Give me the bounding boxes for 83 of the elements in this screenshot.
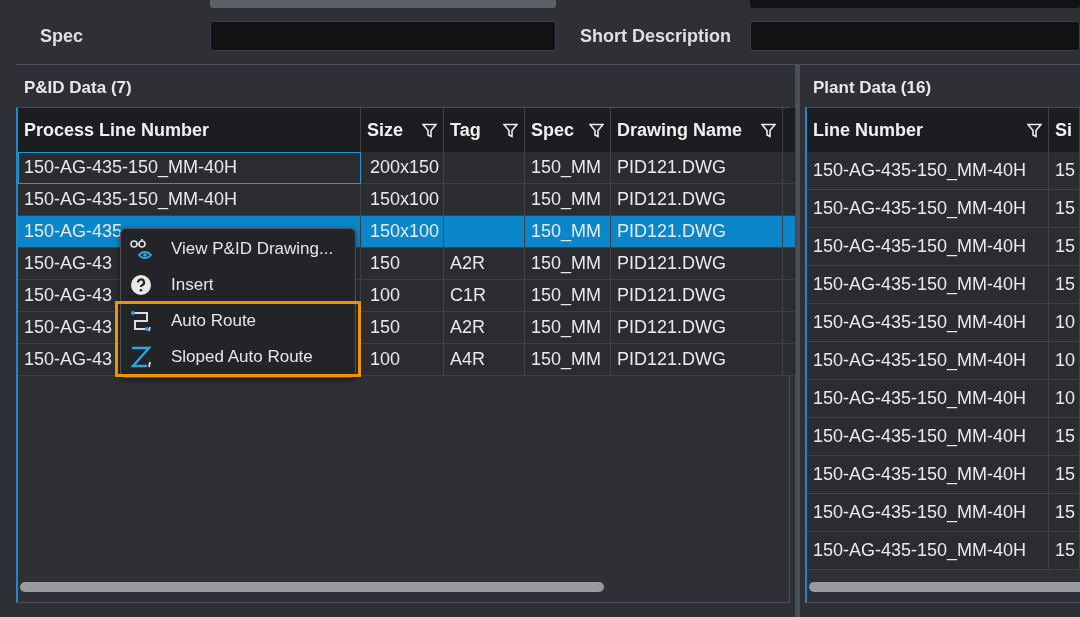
spec-field[interactable] <box>210 21 556 51</box>
table-cell <box>783 184 796 216</box>
table-cell: 150-AG-435-150_MM-40H <box>807 418 1049 456</box>
table-cell: 15 <box>1049 266 1080 304</box>
column-header[interactable]: Spec <box>525 108 611 152</box>
table-cell: 150-AG-435-150_MM-40H <box>18 184 361 216</box>
table-cell: PID121.DWG <box>611 280 783 312</box>
table-cell: PID121.DWG <box>611 152 783 184</box>
table-cell: 15 <box>1049 418 1080 456</box>
table-cell: 15 <box>1049 228 1080 266</box>
filter-icon[interactable] <box>1027 122 1042 138</box>
table-cell: 150_MM <box>525 344 611 376</box>
orthogonal-route-icon <box>129 309 153 333</box>
table-cell: 150-AG-435-150_MM-40H <box>807 380 1049 418</box>
table-cell: 150_MM <box>525 280 611 312</box>
table-cell: PID121.DWG <box>611 184 783 216</box>
table-cell: 15 <box>1049 152 1080 190</box>
filter-icon[interactable] <box>503 122 518 138</box>
table-cell: A4R <box>444 344 525 376</box>
table-cell <box>783 216 796 248</box>
table-cell: 150-AG-435-150_MM-40H <box>807 228 1049 266</box>
table-cell: PID121.DWG <box>611 312 783 344</box>
table-cell: 150-AG-435-150_MM-40H <box>807 304 1049 342</box>
table-cell: 200x150 <box>361 152 444 184</box>
table-cell: PID121.DWG <box>611 216 783 248</box>
table-cell: 150-AG-435-150_MM-40H <box>807 152 1049 190</box>
input-field[interactable] <box>210 0 556 8</box>
field-label: Short Description <box>579 25 732 47</box>
table-cell <box>783 248 796 280</box>
table-cell: 10 <box>1049 304 1080 342</box>
column-header[interactable]: Process Line Number <box>18 108 361 152</box>
help-icon <box>129 273 153 297</box>
field-label: Spec <box>39 25 85 47</box>
table-cell: 15 <box>1049 456 1080 494</box>
table-cell: 150-AG-435-150_MM-40H <box>18 152 361 184</box>
table-cell: 150-AG-435-150_MM-40H <box>807 456 1049 494</box>
column-header[interactable]: Line Number <box>807 108 1049 152</box>
table-cell: 10 <box>1049 380 1080 418</box>
panel-title: Plant Data (16) <box>812 77 932 99</box>
table-cell: A2R <box>444 312 525 344</box>
table-cell: 100 <box>361 344 444 376</box>
table-cell: 10 <box>1049 342 1080 380</box>
table-cell: A2R <box>444 248 525 280</box>
filter-icon[interactable] <box>422 122 437 138</box>
linked-nodes-eye-icon <box>129 237 153 261</box>
table-cell <box>783 312 796 344</box>
table-cell: 150-AG-435-150_MM-40H <box>807 532 1049 570</box>
column-header[interactable]: Drawing Name <box>611 108 783 152</box>
table-cell: PID121.DWG <box>611 344 783 376</box>
table-cell: 150_MM <box>525 248 611 280</box>
panel-title: P&ID Data (7) <box>23 77 132 99</box>
table-cell: 150_MM <box>525 312 611 344</box>
table-cell: 15 <box>1049 494 1080 532</box>
table-cell <box>783 344 796 376</box>
table-cell: PID121.DWG <box>611 248 783 280</box>
table-cell: 100 <box>361 280 444 312</box>
table-cell: 150_MM <box>525 152 611 184</box>
short-description-field[interactable] <box>750 21 1080 51</box>
table-cell: 150-AG-435-150_MM-40H <box>807 190 1049 228</box>
column-header[interactable]: Tag <box>444 108 525 152</box>
column-header <box>783 108 796 152</box>
table-cell: 150-AG-435-150_MM-40H <box>807 266 1049 304</box>
table-cell: 150_MM <box>525 184 611 216</box>
filter-icon[interactable] <box>761 122 776 138</box>
column-header[interactable]: Si <box>1049 108 1080 152</box>
column-header[interactable]: Size <box>361 108 444 152</box>
table-cell: 150-AG-435-150_MM-40H <box>807 342 1049 380</box>
table-cell: 15 <box>1049 190 1080 228</box>
table-cell: 150x100 <box>361 216 444 248</box>
scrollbar-thumb[interactable] <box>809 582 1080 592</box>
table-cell: 150x100 <box>361 184 444 216</box>
table-cell: 150 <box>361 248 444 280</box>
table-cell: C1R <box>444 280 525 312</box>
filter-icon[interactable] <box>589 122 604 138</box>
table-cell <box>783 280 796 312</box>
table-cell <box>783 152 796 184</box>
sloped-route-icon <box>129 345 153 369</box>
table-cell: 15 <box>1049 532 1080 570</box>
table-cell: 150_MM <box>525 216 611 248</box>
table-cell: 150-AG-435-150_MM-40H <box>807 494 1049 532</box>
input-field[interactable] <box>750 0 1080 8</box>
table-cell: 150 <box>361 312 444 344</box>
scrollbar-thumb[interactable] <box>20 582 604 592</box>
